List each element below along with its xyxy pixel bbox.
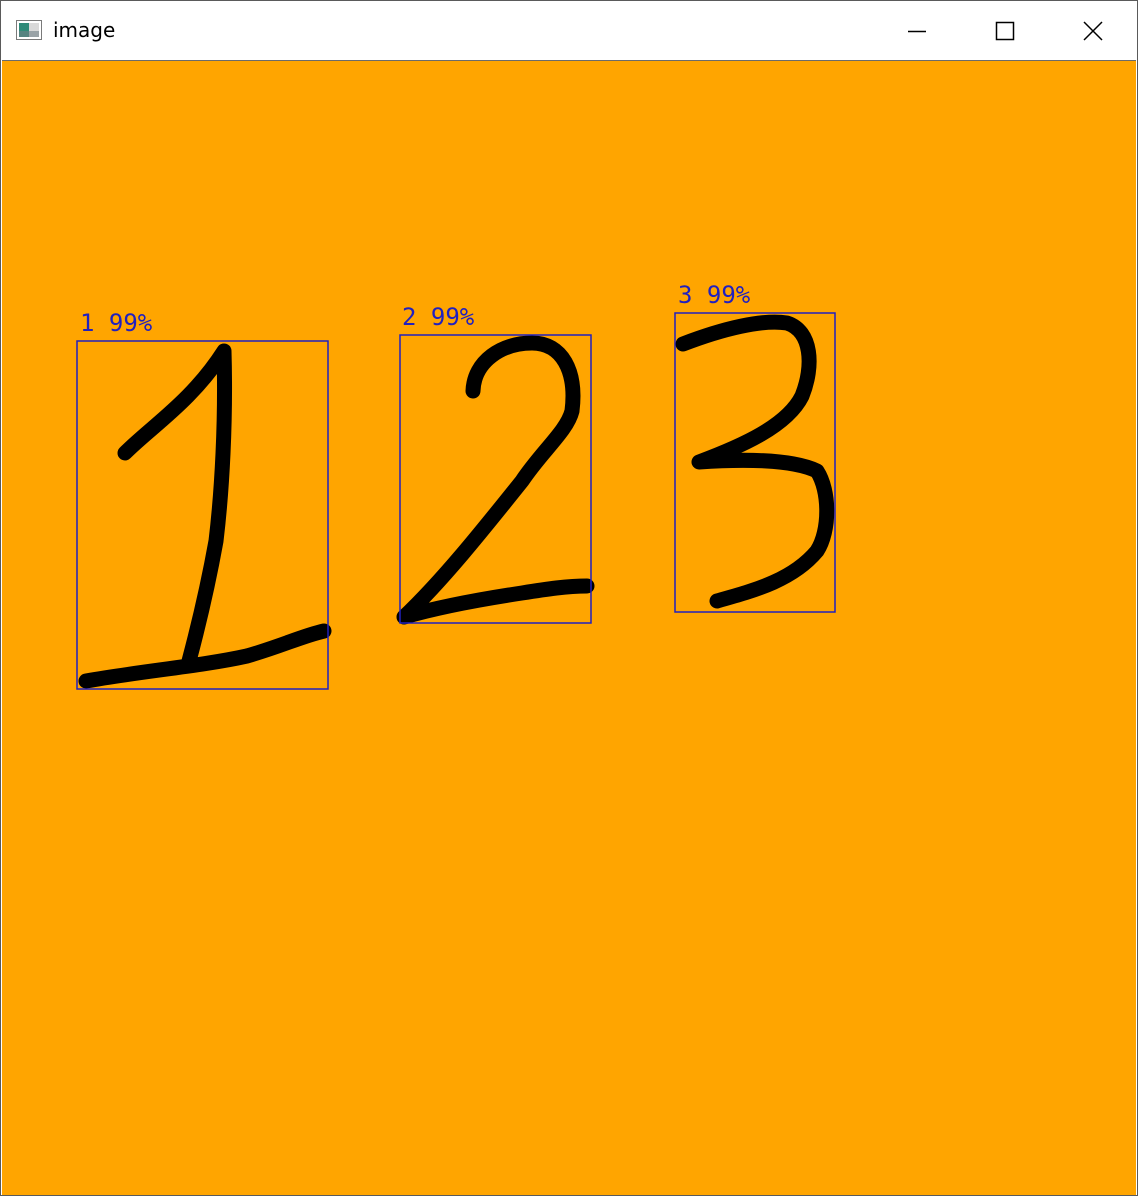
maximize-button[interactable]	[961, 1, 1049, 60]
window-title: image	[53, 18, 116, 42]
opencv-window-icon	[16, 20, 42, 40]
title-bar[interactable]: image	[1, 1, 1137, 60]
detection-label-2: 2 99%	[402, 303, 475, 331]
minimize-icon	[908, 30, 926, 33]
image-window: image 1 99% 2 99% 3 99%	[0, 0, 1138, 1196]
image-canvas: 1 99% 2 99% 3 99%	[2, 60, 1136, 1195]
minimize-button[interactable]	[873, 1, 961, 60]
close-icon	[1083, 21, 1103, 41]
image-canvas-svg: 1 99% 2 99% 3 99%	[2, 61, 1136, 1195]
detection-label-3: 3 99%	[678, 281, 751, 309]
detection-label-1: 1 99%	[80, 309, 153, 337]
canvas-background	[2, 61, 1136, 1195]
close-button[interactable]	[1049, 1, 1137, 60]
maximize-icon	[995, 21, 1015, 41]
